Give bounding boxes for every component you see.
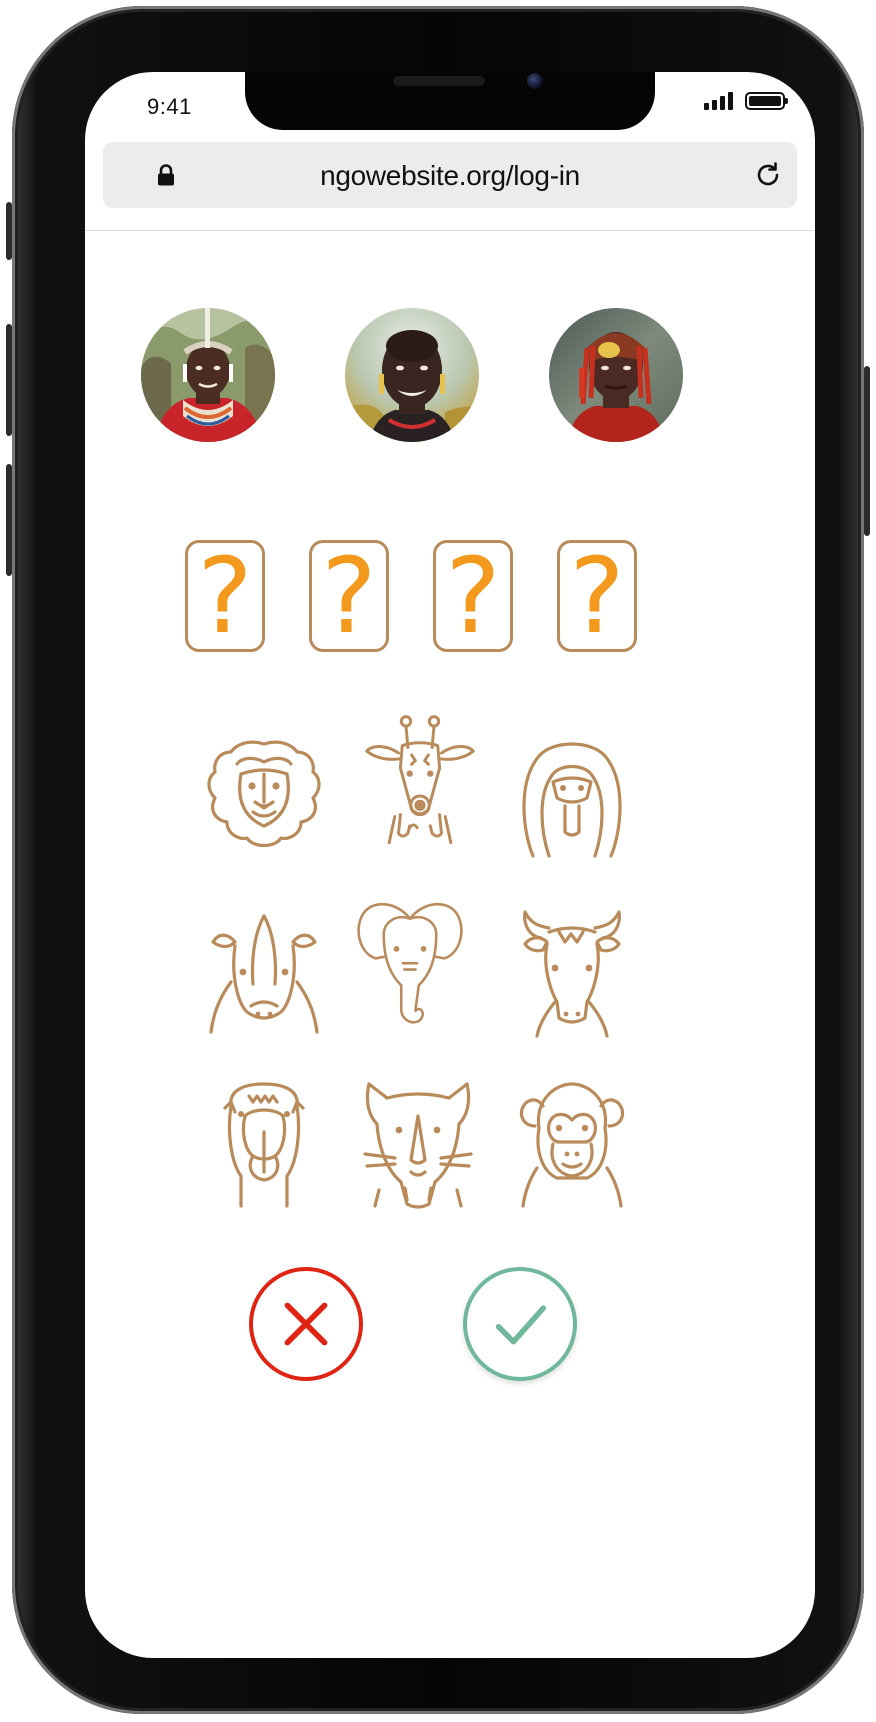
address-bar[interactable]: ngowebsite.org/log-in bbox=[103, 142, 797, 208]
user-avatar-3[interactable] bbox=[549, 308, 683, 442]
elephant-icon bbox=[357, 903, 463, 1024]
front-camera bbox=[527, 73, 543, 89]
browser-divider bbox=[85, 230, 815, 231]
pin-slot-2: ? bbox=[309, 540, 389, 652]
portrait-photo-2 bbox=[345, 308, 479, 442]
status-indicators bbox=[704, 92, 788, 110]
url-text[interactable]: ngowebsite.org/log-in bbox=[103, 160, 797, 192]
buffalo-icon bbox=[523, 910, 621, 1038]
confirm-button[interactable] bbox=[463, 1267, 577, 1381]
notch bbox=[245, 72, 655, 130]
portrait-photo-1 bbox=[141, 308, 275, 442]
volume-down-button bbox=[6, 464, 12, 576]
portrait-photo-3 bbox=[549, 308, 683, 442]
monkey-icon bbox=[519, 1082, 625, 1208]
elephant-icon-button[interactable] bbox=[347, 890, 473, 1030]
monkey-icon-button[interactable] bbox=[509, 1072, 635, 1212]
checkmark-icon bbox=[495, 1305, 547, 1345]
cobra-icon bbox=[522, 742, 622, 858]
power-button bbox=[864, 366, 870, 536]
reload-icon[interactable] bbox=[753, 160, 783, 190]
user-avatar-2[interactable] bbox=[345, 308, 479, 442]
speaker-grille bbox=[393, 76, 485, 86]
mute-switch bbox=[6, 202, 12, 260]
lion-icon-button[interactable] bbox=[201, 722, 327, 862]
camel-icon bbox=[223, 1082, 305, 1208]
camel-icon-button[interactable] bbox=[201, 1072, 327, 1212]
leopard-icon-button[interactable] bbox=[355, 1072, 481, 1212]
user-avatar-1[interactable] bbox=[141, 308, 275, 442]
status-time: 9:41 bbox=[147, 94, 192, 119]
leopard-icon bbox=[363, 1082, 473, 1209]
rhino-icon bbox=[209, 914, 319, 1034]
giraffe-icon-button[interactable] bbox=[357, 712, 483, 852]
giraffe-icon bbox=[365, 715, 475, 845]
cancel-button[interactable] bbox=[249, 1267, 363, 1381]
close-icon bbox=[284, 1302, 328, 1346]
phone-frame: 9:41 ngowebsite.org/log-in ? ? ? ? bbox=[6, 6, 870, 1714]
signal-bars-icon bbox=[704, 92, 733, 110]
battery-icon bbox=[745, 92, 788, 110]
rhino-icon-button[interactable] bbox=[201, 902, 327, 1042]
lion-icon bbox=[207, 740, 321, 848]
pin-slot-1: ? bbox=[185, 540, 265, 652]
pin-slot-4: ? bbox=[557, 540, 637, 652]
phone-screen: 9:41 ngowebsite.org/log-in ? ? ? ? bbox=[85, 72, 815, 1658]
cobra-icon-button[interactable] bbox=[509, 722, 635, 862]
buffalo-icon-button[interactable] bbox=[509, 902, 635, 1042]
volume-up-button bbox=[6, 324, 12, 436]
pin-slot-3: ? bbox=[433, 540, 513, 652]
